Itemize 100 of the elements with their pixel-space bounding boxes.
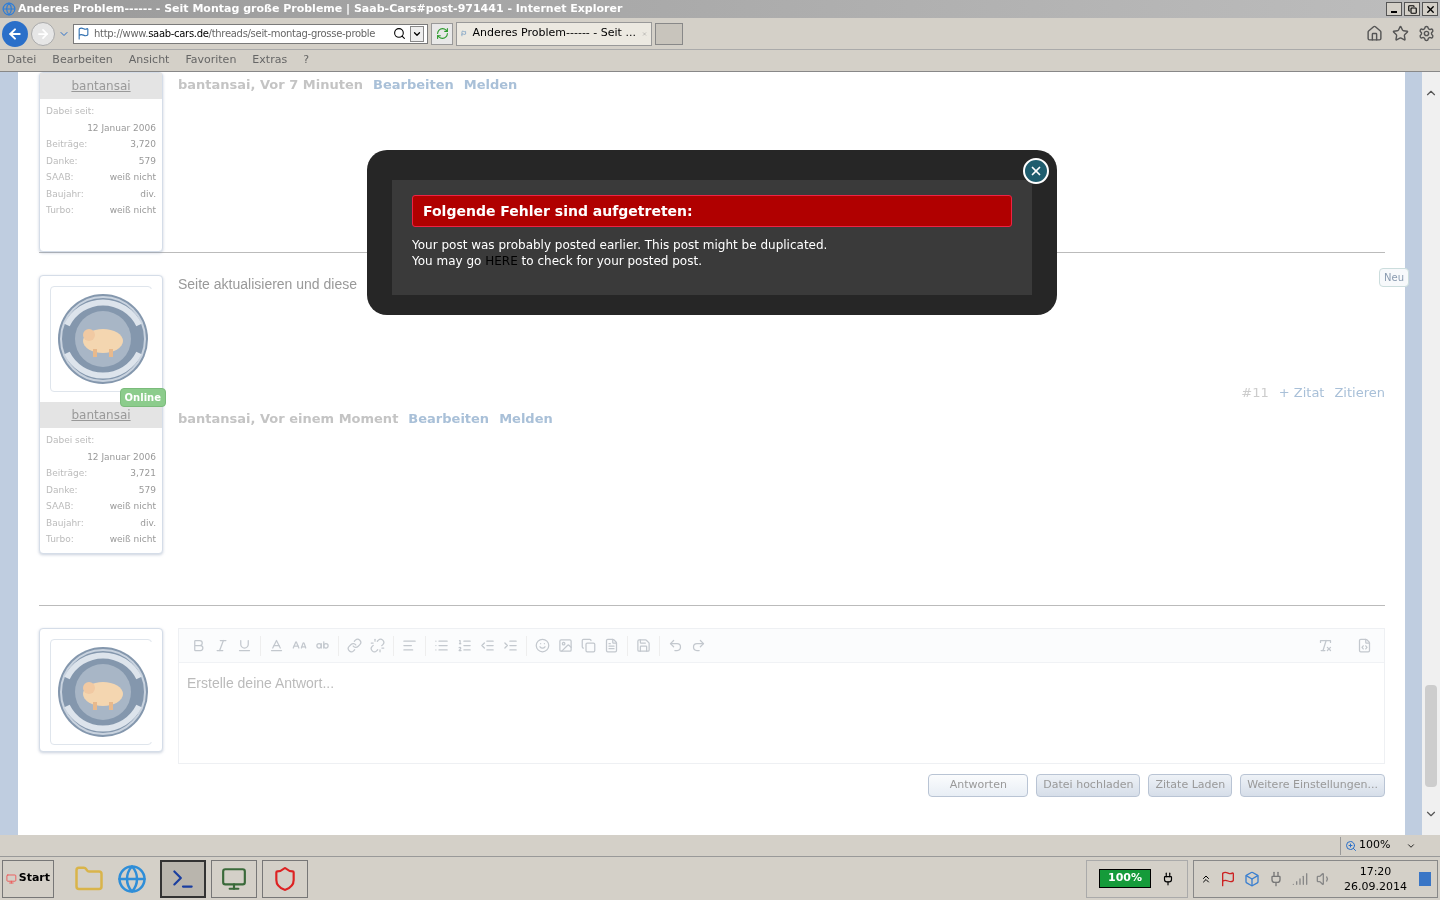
stat-value: 579 bbox=[138, 154, 156, 168]
reply-action-button[interactable]: Datei hochladen bbox=[1036, 774, 1141, 797]
menu-item[interactable]: Extras bbox=[252, 52, 288, 69]
menu-item[interactable]: Ansicht bbox=[128, 52, 170, 69]
align-icon[interactable] bbox=[402, 638, 417, 653]
clear-format-icon[interactable] bbox=[1318, 638, 1333, 653]
link-icon[interactable] bbox=[347, 638, 362, 653]
outdent-icon[interactable] bbox=[480, 638, 495, 653]
bullet-list-icon[interactable] bbox=[434, 638, 449, 653]
italic-icon[interactable] bbox=[214, 638, 229, 653]
restore-icon bbox=[1407, 4, 1417, 14]
stat-value: 3,720 bbox=[130, 138, 156, 151]
image-icon[interactable] bbox=[558, 638, 573, 653]
close-icon bbox=[1029, 164, 1043, 178]
show-desktop-button[interactable] bbox=[1419, 871, 1431, 886]
box-icon[interactable] bbox=[1244, 870, 1260, 887]
stat-label: Dabei seit: bbox=[46, 434, 96, 447]
search-icon[interactable] bbox=[393, 27, 406, 40]
restore-button[interactable] bbox=[1404, 2, 1420, 16]
site-icon bbox=[77, 27, 90, 40]
forward-button[interactable] bbox=[31, 21, 55, 46]
window-title: Anderes Problem------ - Seit Montag große Probleme | Saab-Cars#post-971441 - Internet Explorer bbox=[18, 0, 624, 17]
quote-link[interactable]: + Zitat bbox=[1278, 383, 1325, 403]
text-color-icon[interactable] bbox=[269, 638, 284, 653]
plug-icon bbox=[1161, 871, 1175, 886]
taskbar-app[interactable] bbox=[211, 859, 257, 898]
favorites-icon[interactable] bbox=[1392, 25, 1409, 42]
new-tab-button[interactable] bbox=[655, 22, 683, 45]
monitor-icon bbox=[221, 865, 247, 892]
menu-item[interactable]: Datei bbox=[7, 52, 37, 69]
new-badge: Neu bbox=[1379, 268, 1409, 287]
post-action-link[interactable]: Bearbeiten bbox=[408, 408, 490, 428]
post-action-link[interactable]: Melden bbox=[463, 75, 518, 95]
save-icon[interactable] bbox=[636, 638, 651, 653]
stat-label: Turbo: bbox=[46, 204, 74, 217]
smiley-icon[interactable] bbox=[535, 638, 550, 653]
error-message: Your post was probably posted earlier. This post might be duplicated. bbox=[412, 237, 829, 253]
settings-icon[interactable] bbox=[1418, 25, 1435, 42]
reply-action-button[interactable]: Antworten bbox=[928, 774, 1029, 797]
reply-action-button[interactable]: Zitate Laden bbox=[1148, 774, 1233, 797]
source-icon[interactable] bbox=[1357, 638, 1372, 653]
stat-label: Dabei seit: bbox=[46, 105, 96, 118]
tab-title: Anderes Problem------ - Seit ... bbox=[472, 25, 636, 42]
browser-tab[interactable]: Anderes Problem------ - Seit ... bbox=[456, 21, 652, 46]
stat-label: SAAB: bbox=[46, 171, 74, 184]
stat-label: Beiträge: bbox=[46, 138, 88, 151]
close-button[interactable] bbox=[1422, 2, 1438, 16]
clock-date: 26.09.2014 bbox=[1344, 878, 1407, 894]
back-button[interactable] bbox=[2, 20, 28, 47]
browser-icon bbox=[2, 2, 16, 16]
menu-item[interactable]: ? bbox=[303, 52, 309, 69]
indent-icon[interactable] bbox=[503, 638, 518, 653]
online-badge: Online bbox=[119, 388, 166, 407]
shield-icon bbox=[272, 865, 298, 892]
media-icon[interactable] bbox=[581, 638, 596, 653]
menu-item[interactable]: Favoriten bbox=[185, 52, 237, 69]
power-icon[interactable] bbox=[1268, 870, 1284, 887]
scrollbar[interactable] bbox=[1422, 72, 1440, 835]
refresh-button[interactable] bbox=[431, 22, 453, 45]
zoom-control[interactable]: 100% bbox=[1340, 836, 1420, 855]
signal-icon[interactable] bbox=[1292, 870, 1308, 887]
address-field[interactable]: http://www.saab-cars.de/threads/seit-montag-grosse-proble bbox=[73, 23, 428, 44]
username-link[interactable]: bantansai bbox=[71, 406, 131, 424]
stat-label: Turbo: bbox=[46, 533, 74, 546]
flag-icon[interactable] bbox=[1220, 870, 1236, 887]
taskbar-app[interactable] bbox=[160, 859, 206, 898]
underline-icon[interactable] bbox=[237, 638, 252, 653]
stat-label: Danke: bbox=[46, 154, 78, 168]
redo-icon[interactable] bbox=[691, 638, 706, 653]
zoom-icon bbox=[1345, 839, 1357, 852]
menu-item[interactable]: Bearbeiten bbox=[52, 52, 113, 69]
stat-value: weiß nicht bbox=[109, 533, 156, 546]
stat-label: Baujahr: bbox=[46, 516, 84, 530]
stat-value: div. bbox=[140, 516, 156, 530]
scroll-thumb[interactable] bbox=[1425, 685, 1437, 787]
stat-value: weiß nicht bbox=[109, 204, 156, 217]
dropdown-icon[interactable] bbox=[410, 25, 424, 42]
username-link[interactable]: bantansai bbox=[71, 77, 131, 95]
stat-label: Danke: bbox=[46, 483, 78, 497]
reply-action-button[interactable]: Weitere Einstellungen... bbox=[1240, 774, 1385, 797]
here-link[interactable]: HERE bbox=[485, 254, 518, 268]
numbered-list-icon[interactable] bbox=[457, 638, 472, 653]
stat-value: 579 bbox=[138, 483, 156, 497]
post-action-link[interactable]: Bearbeiten bbox=[373, 75, 454, 95]
stat-value: weiß nicht bbox=[109, 171, 156, 184]
start-button[interactable]: Start bbox=[2, 859, 54, 898]
bold-icon[interactable] bbox=[191, 638, 206, 653]
stat-value: div. bbox=[140, 187, 156, 201]
post-action-link[interactable]: Melden bbox=[499, 408, 553, 428]
reply-field[interactable]: Erstelle deine Antwort... bbox=[179, 663, 1384, 694]
minimize-button[interactable] bbox=[1386, 2, 1402, 16]
stat-label: Beiträge: bbox=[46, 467, 88, 480]
home-icon[interactable] bbox=[1366, 25, 1383, 42]
close-icon bbox=[1424, 3, 1436, 15]
minimize-icon bbox=[1391, 11, 1397, 13]
unlink-icon[interactable] bbox=[370, 638, 385, 653]
undo-icon[interactable] bbox=[668, 638, 683, 653]
template-icon[interactable] bbox=[604, 638, 619, 653]
battery-indicator: 100% bbox=[1099, 869, 1151, 888]
quote-link[interactable]: Zitieren bbox=[1334, 383, 1385, 403]
